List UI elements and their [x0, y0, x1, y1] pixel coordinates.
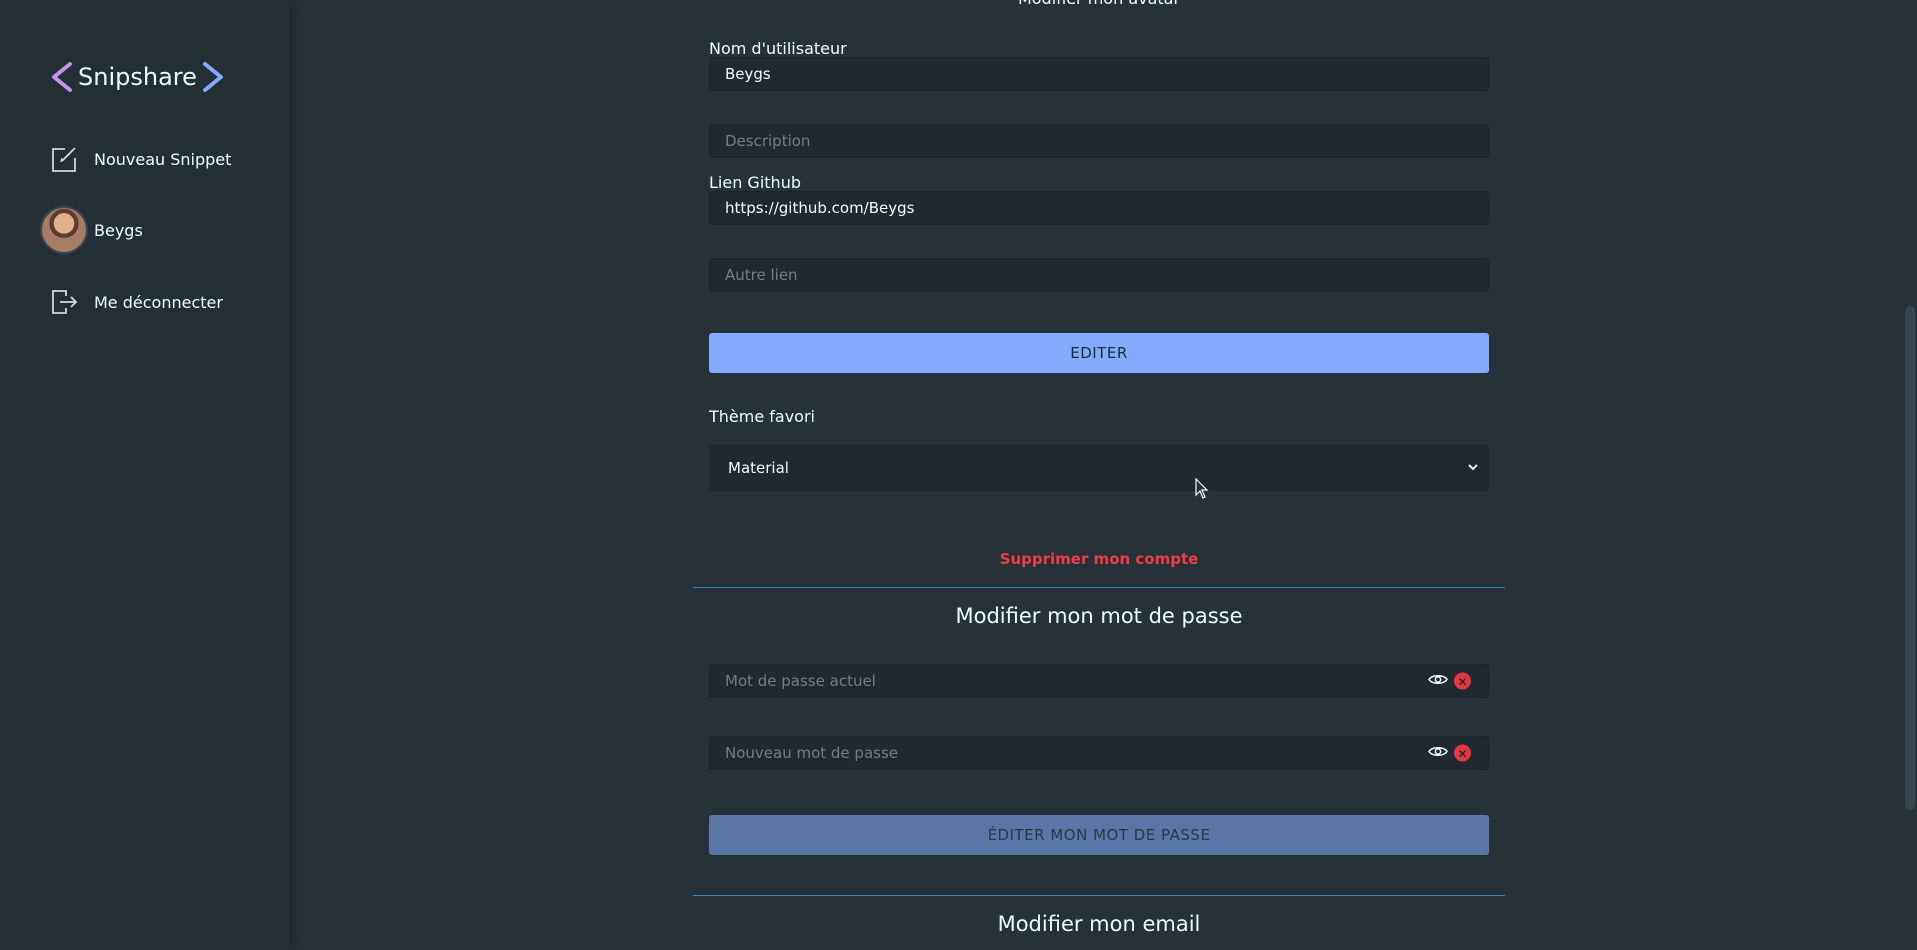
username-label: Nom d'utilisateur: [709, 39, 847, 58]
sidebar-item-label: Beygs: [94, 220, 143, 240]
avatar-section-title: Modifier mon avatar: [694, 0, 1504, 8]
eye-icon[interactable]: [1428, 672, 1448, 691]
sidebar-item-label: Me déconnecter: [94, 292, 223, 312]
main-content: Modifier mon avatar Nom d'utilisateur Li…: [289, 0, 1901, 950]
app-logo[interactable]: Snipshare: [48, 60, 227, 94]
mouse-cursor-icon: [1195, 478, 1209, 499]
sidebar-item-label: Nouveau Snippet: [94, 149, 232, 169]
email-section-title: Modifier mon email: [997, 912, 1201, 936]
section-divider: [693, 895, 1505, 896]
edit-password-button[interactable]: ÉDITER MON MOT DE PASSE: [709, 815, 1489, 855]
chevron-down-icon: [1467, 459, 1479, 477]
edit-icon: [40, 135, 88, 183]
theme-label: Thème favori: [709, 407, 815, 426]
sidebar-item-logout[interactable]: Me déconnecter: [40, 278, 223, 326]
current-password-actions: ×: [1428, 672, 1471, 691]
scrollbar-thumb[interactable]: [1905, 306, 1915, 810]
sidebar-item-profile[interactable]: Beygs: [40, 206, 143, 254]
password-section-title: Modifier mon mot de passe: [955, 604, 1243, 628]
new-password-actions: ×: [1428, 744, 1471, 763]
avatar: [40, 206, 88, 254]
theme-selected-value: Material: [728, 459, 789, 477]
scrollbar[interactable]: [1901, 0, 1917, 950]
logo-text: Snipshare: [78, 63, 197, 91]
clear-icon[interactable]: ×: [1454, 744, 1471, 762]
user-avatar: [40, 206, 88, 254]
current-password-input[interactable]: [709, 664, 1489, 698]
description-input[interactable]: [709, 124, 1489, 158]
other-link-input[interactable]: [709, 258, 1489, 292]
eye-icon[interactable]: [1428, 744, 1448, 763]
section-divider: [693, 587, 1505, 588]
github-input[interactable]: [709, 191, 1489, 225]
edit-profile-button[interactable]: EDITER: [709, 333, 1489, 373]
new-password-field: ×: [709, 736, 1489, 770]
sidebar: Snipshare Nouveau Snippet Beygs Me décon…: [0, 0, 289, 950]
sidebar-item-new-snippet[interactable]: Nouveau Snippet: [40, 135, 231, 183]
current-password-field: ×: [709, 664, 1489, 698]
github-label: Lien Github: [709, 173, 801, 192]
theme-select[interactable]: Material: [709, 445, 1489, 491]
chevron-right-icon: [202, 62, 223, 92]
new-password-input[interactable]: [709, 736, 1489, 770]
delete-account-link[interactable]: Supprimer mon compte: [694, 550, 1504, 568]
logout-icon: [40, 278, 88, 326]
chevron-left-icon: [52, 62, 72, 92]
username-input[interactable]: [709, 57, 1489, 91]
clear-icon[interactable]: ×: [1454, 672, 1471, 690]
